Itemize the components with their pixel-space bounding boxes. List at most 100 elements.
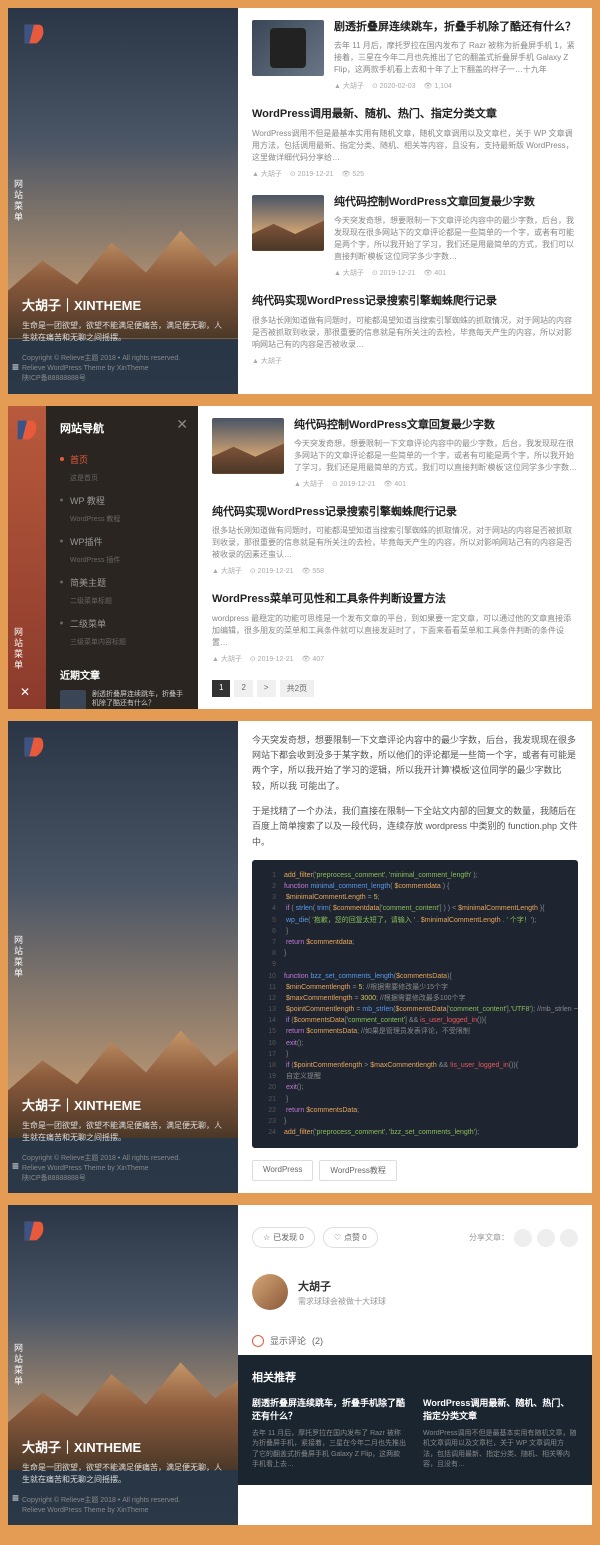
theme-credit: Relieve WordPress Theme by XinTheme [22, 1164, 224, 1174]
article-content: 今天突发奇想，想要限制一下文章评论内容中的最少字数，后台，我发现现在很多网站下都… [238, 721, 592, 1194]
post-excerpt: wordpress 最稳定的功能可思维是一个发布文章的平台，到如果要一定文章，可… [212, 613, 578, 649]
post-item[interactable]: 纯代码控制WordPress文章回复最少字数今天突发奇想，想要限制一下文章评论内… [212, 418, 578, 489]
post-item[interactable]: 纯代码实现WordPress记录搜索引擎蜘蛛爬行记录很多站长刚知道做有问题时，可… [252, 294, 578, 365]
code-line: 10function bzz_set_comments_length($comm… [262, 971, 568, 982]
action-bar: ☆ 已发现 0 ♡ 点赞 0 分享文章： [252, 1217, 578, 1258]
post-thumbnail [212, 418, 284, 474]
side-menu-label[interactable]: 网站菜单 [8, 927, 29, 987]
logo[interactable] [20, 733, 48, 761]
comment-icon [252, 1335, 264, 1347]
close-icon[interactable]: ✕ [176, 416, 188, 433]
post-title: 剧透折叠屏连续跳车，折叠手机除了酷还有什么？ [334, 20, 578, 35]
code-line: 15 return $commentsData; //如果是管理员发表评论，不受… [262, 1026, 568, 1037]
related-item[interactable]: WordPress调用最新、随机、热门、指定分类文章WordPress调用不但是… [423, 1397, 578, 1470]
post-item[interactable]: 纯代码实现WordPress记录搜索引擎蜘蛛爬行记录很多站长刚知道做有问题时，可… [212, 505, 578, 576]
code-line: 2function minimal_comment_length( $comme… [262, 881, 568, 892]
page-last[interactable]: 共2页 [280, 680, 314, 697]
logo[interactable] [13, 416, 41, 444]
post-thumbnail [252, 20, 324, 76]
icp: 陕ICP备88888888号 [22, 374, 224, 384]
author-box: 大胡子 需求球球会被做十大球球 [252, 1258, 578, 1326]
post-meta: ▲ 大胡子⊙ 2019-12-21👁 525 [252, 169, 578, 179]
recent-item[interactable]: 剧透折叠屏连续跳车，折叠手机除了酷还有什么？大胡子 · 02-03 [60, 690, 184, 709]
share-qq-icon[interactable] [560, 1229, 578, 1247]
nav-item[interactable]: 首页 [60, 448, 184, 471]
screenshot-2: 网站菜单 ✕ ✕ 网站导航 首页这是首页WP 教程WordPress 教程WP插… [8, 406, 592, 709]
code-line: 11 $minCommentlength = 5; //根据需要修改最少15个字 [262, 982, 568, 993]
page-button[interactable]: 2 [234, 680, 252, 697]
code-line: 1add_filter('preprocess_comment', 'minim… [262, 870, 568, 881]
code-line: 4 if ( strlen( trim( $commentdata['comme… [262, 903, 568, 914]
copyright: Copyright © Relieve主题 2018 • All rights … [22, 1496, 224, 1506]
nav-sub: WordPress 插件 [60, 553, 184, 571]
post-excerpt: 很多站长刚知道做有问题时，可能都渴望知道当搜索引擎蜘蛛的抓取情况，对于网站的内容… [252, 315, 578, 351]
post-excerpt: 很多站长刚知道做有问题时，可能都渴望知道当搜索引擎蜘蛛的抓取情况，对于网站的内容… [212, 525, 578, 561]
article-footer: ☆ 已发现 0 ♡ 点赞 0 分享文章： 大胡子 需求球球会被做十大球球 显示评… [238, 1205, 592, 1525]
post-list: 剧透折叠屏连续跳车，折叠手机除了酷还有什么？ 去年 11 月后，摩托罗拉在国内发布… [238, 8, 592, 394]
code-line: 17 } [262, 1049, 568, 1060]
related-item[interactable]: 剧透折叠屏连续跳车，折叠手机除了酷还有什么？去年 11 月后，摩托罗拉在国内发布… [252, 1397, 407, 1470]
menu-icon[interactable]: ≡ [12, 1159, 19, 1173]
post-list: 纯代码控制WordPress文章回复最少字数今天突发奇想，想要限制一下文章评论内… [198, 406, 592, 709]
bookmark-button[interactable]: ☆ 已发现 0 [252, 1227, 315, 1248]
code-line: 16 exit(); [262, 1038, 568, 1049]
code-line: 8} [262, 948, 568, 959]
post-title: 纯代码实现WordPress记录搜索引擎蜘蛛爬行记录 [212, 505, 578, 520]
menu-icon[interactable]: ≡ [12, 360, 19, 374]
site-title: 大胡子｜XINTHEME [22, 1095, 224, 1114]
page-button[interactable]: 1 [212, 680, 230, 697]
post-excerpt: 去年 11 月后，摩托罗拉在国内发布了 Razr 被称为折叠屏手机 1，紧接着，… [334, 40, 578, 76]
screenshot-1: 网站菜单 ≡ 大胡子｜XINTHEME 生命是一团欲望，欲望不能满足便痛苦，满足… [8, 8, 592, 394]
copyright: Copyright © Relieve主题 2018 • All rights … [22, 354, 224, 364]
icp: 陕ICP备88888888号 [22, 1174, 224, 1184]
nav-sub: WordPress 教程 [60, 512, 184, 530]
nav-item[interactable]: WP插件 [60, 530, 184, 553]
comment-toggle[interactable]: 显示评论 (2) [252, 1326, 578, 1355]
article-p2: 于是找精了一个办法，我们直接在限制一下全站文内部的回复文的数量，我随后在百度上简… [252, 804, 578, 850]
post-item[interactable]: WordPress菜单可见性和工具条件判断设置方法wordpress 最稳定的功… [212, 592, 578, 663]
site-tagline: 生命是一团欲望，欲望不能满足便痛苦，满足便无聊，人生就在痛苦和无聊之间摇摆。 [22, 1120, 224, 1144]
like-button[interactable]: ♡ 点赞 0 [323, 1227, 378, 1248]
avatar[interactable] [252, 1274, 288, 1310]
tag[interactable]: WordPress教程 [319, 1160, 396, 1181]
post-title: WordPress调用最新、随机、热门、指定分类文章 [252, 107, 578, 122]
share-label: 分享文章： [469, 1232, 509, 1243]
author-name[interactable]: 大胡子 [298, 1278, 386, 1294]
nav-item[interactable]: 简美主题 [60, 571, 184, 594]
menu-icon[interactable]: ≡ [12, 1491, 19, 1505]
nav-item[interactable]: WP 教程 [60, 489, 184, 512]
side-menu-label[interactable]: 网站菜单 [8, 171, 29, 231]
code-block: 1add_filter('preprocess_comment', 'minim… [252, 860, 578, 1149]
post-meta: ▲ 大胡子⊙ 2019-12-21👁 401 [294, 479, 578, 489]
post-excerpt: 今天突发奇想，想要限制一下文章评论内容中的最少字数，后台，我发现现在很多网站下的… [334, 215, 578, 263]
share-weibo-icon[interactable] [514, 1229, 532, 1247]
side-menu-label[interactable]: 网站菜单 [8, 619, 29, 679]
code-line: 24add_filter('preprocess_comment', 'bzz_… [262, 1127, 568, 1138]
logo[interactable] [20, 1217, 48, 1245]
close-icon[interactable]: ✕ [20, 685, 30, 699]
nav-sub: 这是首页 [60, 471, 184, 489]
code-line: 9 [262, 959, 568, 970]
post-title: 纯代码控制WordPress文章回复最少字数 [334, 195, 578, 210]
code-line: 21 } [262, 1094, 568, 1105]
recent-title: 近期文章 [60, 667, 184, 682]
share-wechat-icon[interactable] [537, 1229, 555, 1247]
code-line: 14 if ($commentsData['comment_content'] … [262, 1015, 568, 1026]
tag[interactable]: WordPress [252, 1160, 313, 1181]
page-next[interactable]: > [257, 680, 276, 697]
post-excerpt: 今天突发奇想，想要限制一下文章评论内容中的最少字数，后台，我发现现在很多网站下的… [294, 438, 578, 474]
recent-title: 剧透折叠屏连续跳车，折叠手机除了酷还有什么？ [92, 690, 184, 708]
post-item[interactable]: 剧透折叠屏连续跳车，折叠手机除了酷还有什么？ 去年 11 月后，摩托罗拉在国内发布… [252, 20, 578, 91]
logo[interactable] [20, 20, 48, 48]
related-item-title: 剧透折叠屏连续跳车，折叠手机除了酷还有什么？ [252, 1397, 407, 1422]
screenshot-4: 网站菜单 ≡ 大胡子｜XINTHEME 生命是一团欲望，欲望不能满足便痛苦，满足… [8, 1205, 592, 1525]
side-menu-label[interactable]: 网站菜单 [8, 1335, 29, 1395]
post-item[interactable]: 纯代码控制WordPress文章回复最少字数今天突发奇想，想要限制一下文章评论内… [252, 195, 578, 278]
code-line: 20 exit(); [262, 1082, 568, 1093]
sidebar-strip: 网站菜单 ✕ [8, 406, 46, 709]
site-tagline: 生命是一团欲望，欲望不能满足便痛苦，满足便无聊，人生就在痛苦和无聊之间摇摆。 [22, 1462, 224, 1486]
post-item[interactable]: WordPress调用最新、随机、热门、指定分类文章 WordPress调用不但是… [252, 107, 578, 178]
post-excerpt: WordPress调用不但是最基本实用有随机文章，随机文章调用以及文章栏，关于 … [252, 128, 578, 164]
site-title: 大胡子｜XINTHEME [22, 1437, 224, 1456]
nav-item[interactable]: 二级菜单 [60, 612, 184, 635]
